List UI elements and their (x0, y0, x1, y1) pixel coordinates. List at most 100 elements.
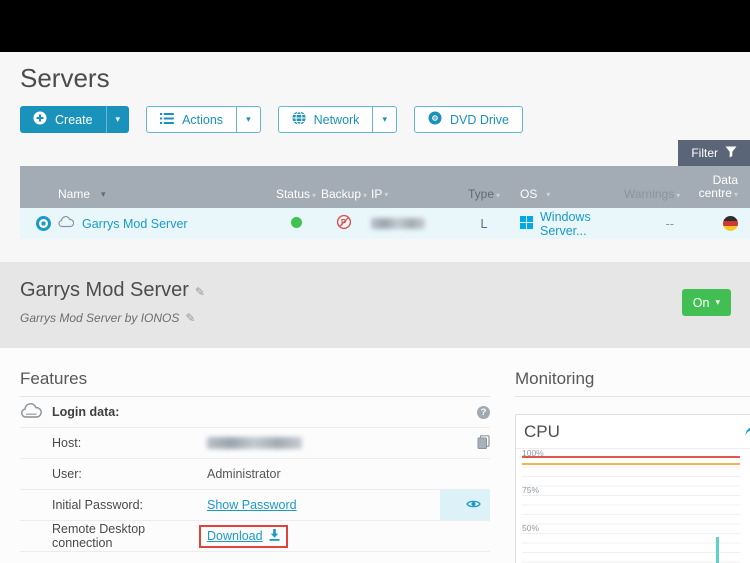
show-password-link[interactable]: Show Password (207, 498, 297, 512)
cpu-limit-line (522, 456, 740, 458)
create-button[interactable]: Create (20, 106, 106, 133)
app-window: Servers Create ▾ Actions ▾ Networ (0, 0, 750, 563)
copy-icon[interactable] (477, 435, 490, 452)
page-title: Servers (20, 63, 750, 93)
disc-icon (428, 111, 442, 128)
host-label: Host: (52, 436, 207, 450)
column-header-ip[interactable]: IP▾ (369, 187, 464, 201)
network-dropdown-button[interactable]: ▾ (372, 107, 396, 132)
actions-button[interactable]: Actions (147, 107, 236, 132)
open-chart-button[interactable] (745, 424, 750, 439)
server-panel-title: Garrys Mod Server (20, 279, 189, 301)
actions-button-label: Actions (182, 113, 223, 127)
network-button-label: Network (314, 113, 360, 127)
filter-row: Filter (20, 140, 750, 166)
network-button-group: Network ▾ (278, 106, 397, 133)
annotation-highlight-box: Download (199, 525, 288, 548)
server-panel-subtitle-row: Garrys Mod Server by IONOS ✎ (20, 311, 750, 325)
column-header-type[interactable]: Type▾ (464, 187, 504, 201)
share-arrow-icon (745, 424, 750, 439)
power-state-button[interactable]: On ▾ (682, 289, 731, 316)
cpu-card-title: CPU (524, 422, 560, 442)
dvd-drive-button[interactable]: DVD Drive (415, 107, 522, 132)
login-data-label: Login data: (52, 405, 207, 419)
remote-desktop-label: Remote Desktop connection (52, 522, 207, 550)
dvd-button-group: DVD Drive (414, 106, 523, 133)
monitoring-column: Monitoring CPU 100% 75% 50% (515, 348, 750, 563)
column-header-warnings[interactable]: Warnings▾ (624, 187, 674, 201)
ytick-75: 75% (522, 486, 539, 495)
column-header-os[interactable]: OS▾ (504, 187, 624, 201)
actions-dropdown-button[interactable]: ▾ (236, 107, 260, 132)
cpu-warning-line (522, 463, 740, 465)
status-online-icon (291, 217, 302, 228)
column-header-backup[interactable]: Backup▾ (319, 187, 369, 201)
create-dropdown-button[interactable]: ▾ (106, 106, 130, 133)
germany-flag-icon (723, 216, 738, 231)
monitoring-heading: Monitoring (515, 369, 750, 389)
server-table-row[interactable]: Garrys Mod Server L Windows Server... -- (20, 208, 750, 239)
features-column: Features Login data: ? Host: User: Admin… (20, 348, 490, 552)
host-value-redacted (207, 437, 302, 449)
chevron-down-icon: ▾ (382, 115, 387, 124)
download-icon (269, 529, 280, 544)
edit-pencil-icon[interactable]: ✎ (185, 311, 195, 325)
create-button-label: Create (55, 113, 93, 127)
filter-button-label: Filter (691, 146, 718, 160)
row-selected-radio[interactable] (36, 216, 51, 231)
globe-icon (292, 111, 306, 128)
column-header-data-centre[interactable]: Data centre▾ (674, 174, 738, 201)
sort-caret-icon: ▾ (384, 190, 388, 199)
user-label: User: (52, 467, 207, 481)
sort-caret-icon: ▾ (734, 190, 738, 199)
plus-circle-icon (33, 111, 47, 128)
cloud-server-icon (58, 216, 74, 231)
sort-caret-icon: ▾ (363, 191, 367, 200)
cpu-monitoring-card: CPU 100% 75% 50% (515, 414, 750, 563)
cpu-usage-spike (716, 537, 719, 563)
host-row: Host: (20, 428, 490, 459)
edit-pencil-icon[interactable]: ✎ (195, 285, 205, 299)
help-icon[interactable]: ? (477, 406, 490, 419)
row-os-link[interactable]: Windows Server... (540, 210, 624, 238)
chevron-down-icon: ▾ (116, 115, 121, 124)
cloud-server-icon (20, 403, 42, 422)
server-detail-panel: Garrys Mod Server ✎ Garrys Mod Server by … (0, 262, 750, 348)
initial-password-label: Initial Password: (52, 498, 207, 512)
filter-icon (725, 146, 737, 161)
power-state-label: On (693, 296, 710, 310)
server-panel-subtitle: Garrys Mod Server by IONOS (20, 311, 179, 325)
dvd-drive-button-label: DVD Drive (450, 113, 509, 127)
sort-caret-icon: ▾ (546, 190, 550, 199)
column-header-status[interactable]: Status▾ (273, 187, 319, 201)
toolbar: Create ▾ Actions ▾ Network ▾ (20, 106, 750, 133)
table-header: Name▾ Status▾ Backup▾ IP▾ Type▾ OS▾ Warn… (20, 166, 750, 208)
sort-caret-icon: ▾ (101, 189, 106, 200)
row-warnings: -- (624, 217, 674, 231)
network-button[interactable]: Network (279, 107, 373, 132)
column-header-name[interactable]: Name▾ (58, 187, 273, 201)
list-icon (160, 113, 174, 127)
eye-icon[interactable] (466, 498, 481, 512)
download-link[interactable]: Download (207, 529, 263, 543)
remote-desktop-row: Remote Desktop connection Download (20, 521, 490, 552)
divider (515, 396, 750, 397)
row-ip-redacted (371, 218, 425, 229)
cpu-chart: 100% 75% 50% (522, 449, 740, 563)
initial-password-row: Initial Password: Show Password (20, 490, 490, 521)
login-data-row: Login data: ? (20, 397, 490, 428)
row-type: L (464, 217, 504, 231)
create-button-group: Create ▾ (20, 106, 129, 133)
details-section: Features Login data: ? Host: User: Admin… (0, 348, 750, 563)
chevron-down-icon: ▾ (715, 298, 720, 307)
sort-caret-icon: ▾ (496, 191, 500, 200)
password-reveal-area[interactable] (440, 490, 490, 520)
windows-logo-icon (520, 216, 533, 232)
server-name-link[interactable]: Garrys Mod Server (82, 217, 188, 231)
server-panel-title-row: Garrys Mod Server ✎ (20, 262, 750, 302)
user-row: User: Administrator (20, 459, 490, 490)
chevron-down-icon: ▾ (246, 115, 251, 124)
filter-button[interactable]: Filter (678, 140, 750, 166)
ytick-50: 50% (522, 524, 539, 533)
user-value: Administrator (207, 467, 281, 481)
